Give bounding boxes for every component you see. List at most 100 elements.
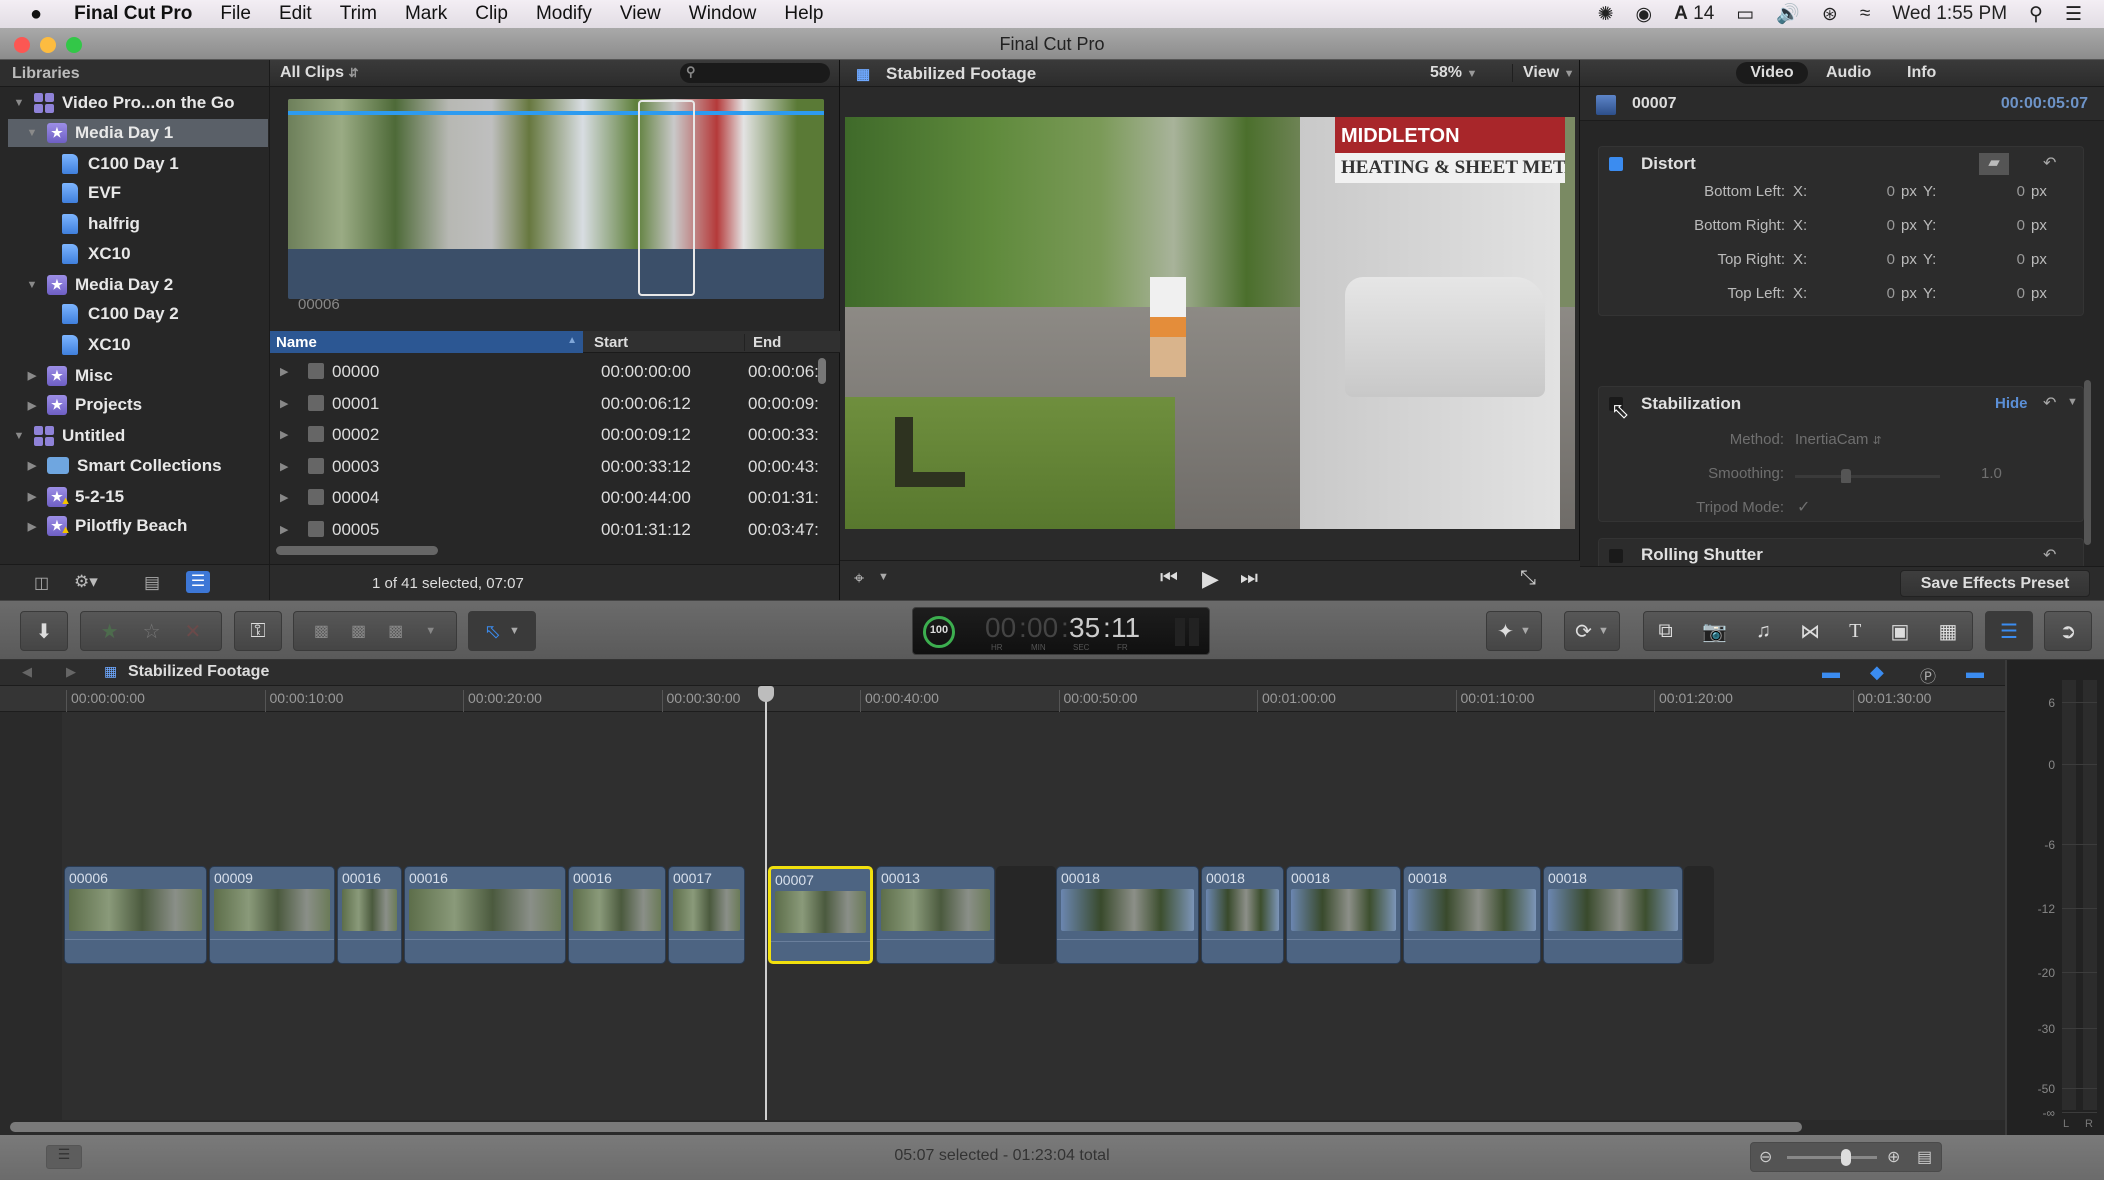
- record-icon[interactable]: ◉: [1636, 3, 1653, 26]
- solo-icon[interactable]: Ⓟ: [1920, 663, 1936, 687]
- library-item-projects[interactable]: ▶ ★ Projects: [0, 391, 268, 419]
- select-tool-button[interactable]: ⬁ ▼: [468, 611, 536, 651]
- timeline-clip[interactable]: 00018: [1286, 866, 1401, 964]
- timeline-clip[interactable]: 00009: [209, 866, 335, 964]
- table-row[interactable]: ▶ 00000 00:00:00:00 00:00:06:: [270, 356, 840, 387]
- library-item-xc10[interactable]: XC10: [0, 240, 268, 268]
- music-browser-icon[interactable]: ♫: [1756, 620, 1771, 643]
- edit-mode-dropdown-icon[interactable]: ▼: [425, 625, 436, 637]
- distort-reset-icon[interactable]: ↶: [2043, 153, 2056, 173]
- timeline-ruler[interactable]: 00:00:00:00 00:00:10:00 00:00:20:00 00:00:3…: [0, 686, 2005, 712]
- distort-enable-checkbox[interactable]: [1609, 157, 1623, 171]
- import-button[interactable]: ⬇: [20, 611, 68, 651]
- disclosure-closed-icon[interactable]: ▶: [25, 520, 39, 533]
- previous-edit-icon[interactable]: ⏮: [1160, 567, 1178, 590]
- stabilization-reset-icon[interactable]: ↶: [2043, 393, 2056, 413]
- timeline-clip[interactable]: 00016: [568, 866, 666, 964]
- menu-modify[interactable]: Modify: [522, 3, 606, 25]
- library-item-untitled[interactable]: ▼ Untitled: [0, 422, 268, 450]
- timeline-clip[interactable]: 00018: [1543, 866, 1683, 964]
- disclosure-closed-icon[interactable]: ▶: [280, 523, 288, 536]
- timeline-clip[interactable]: 00016: [337, 866, 402, 964]
- timeline-back-icon[interactable]: ◀: [22, 664, 32, 680]
- snapping-icon[interactable]: ▬: [1966, 662, 1984, 683]
- tripod-mode-checkbox[interactable]: ✓: [1797, 497, 1810, 517]
- tab-audio[interactable]: Audio: [1826, 64, 1871, 82]
- generators-browser-icon[interactable]: ▣: [1891, 619, 1910, 644]
- distort-onscreen-control-icon[interactable]: ▰: [1979, 153, 2009, 175]
- favorite-star-icon[interactable]: ★: [101, 619, 119, 644]
- tab-info[interactable]: Info: [1907, 64, 1936, 82]
- timeline-clip-selected[interactable]: 00007: [768, 866, 873, 964]
- inspector-toggle-button[interactable]: ☰: [1985, 611, 2033, 651]
- library-item-c100-day-1[interactable]: C100 Day 1: [0, 150, 268, 178]
- library-item-5-2-15[interactable]: ▶ ★ ▲ 5-2-15: [0, 483, 268, 511]
- append-clip-icon[interactable]: ▩: [388, 621, 403, 641]
- disclosure-closed-icon[interactable]: ▶: [280, 397, 288, 410]
- menu-view[interactable]: View: [606, 3, 675, 25]
- zoom-dropdown[interactable]: 58% ▼: [1430, 64, 1477, 82]
- distort-x-value[interactable]: 0: [1855, 285, 1895, 302]
- spotlight-icon[interactable]: ⚲: [2029, 3, 2043, 26]
- disclosure-open-icon[interactable]: ▼: [25, 279, 39, 291]
- next-edit-icon[interactable]: ⏭: [1240, 567, 1258, 590]
- column-header-end[interactable]: End: [744, 334, 781, 351]
- table-row[interactable]: ▶ 00004 00:00:44:00 00:01:31:: [270, 482, 840, 513]
- insert-clip-icon[interactable]: ▩: [351, 621, 366, 641]
- library-item-halfrig[interactable]: halfrig: [0, 210, 268, 238]
- smoothing-slider[interactable]: [1795, 469, 1940, 483]
- library-item-c100-day-2[interactable]: C100 Day 2: [0, 300, 268, 328]
- menu-mark[interactable]: Mark: [391, 3, 461, 25]
- wifi-icon[interactable]: ≈: [1860, 3, 1870, 25]
- inspector-scrollbar[interactable]: [2084, 380, 2091, 545]
- disclosure-open-icon[interactable]: ▼: [12, 97, 26, 109]
- rolling-shutter-reset-icon[interactable]: ↶: [2043, 545, 2056, 565]
- disclosure-open-icon[interactable]: ▼: [12, 430, 26, 442]
- menu-file[interactable]: File: [206, 3, 265, 25]
- audio-skimming-icon[interactable]: ◆: [1870, 662, 1884, 683]
- disclosure-closed-icon[interactable]: ▶: [25, 490, 39, 503]
- table-row[interactable]: ▶ 00003 00:00:33:12 00:00:43:: [270, 451, 840, 482]
- keyword-editor-button[interactable]: ⚿: [234, 611, 282, 651]
- library-item-pilotfly-beach[interactable]: ▶ ★ ▲ Pilotfly Beach: [0, 512, 268, 540]
- skimmer-selection[interactable]: [638, 100, 695, 296]
- clip-filter-dropdown[interactable]: All Clips ⇵: [280, 64, 359, 82]
- disclosure-open-icon[interactable]: ▼: [25, 127, 39, 139]
- timeline-zoom-slider[interactable]: [1787, 1156, 1877, 1159]
- timeline-clip[interactable]: 00018: [1403, 866, 1541, 964]
- stabilization-menu-icon[interactable]: ▼: [2067, 396, 2078, 408]
- background-tasks-progress[interactable]: 100: [923, 616, 955, 648]
- themes-browser-icon[interactable]: ▦: [1939, 619, 1958, 644]
- library-item-xc10[interactable]: XC10: [0, 331, 268, 359]
- timecode-display[interactable]: 100 00 : 00 : 35 : 11 HR MIN SEC FR: [912, 607, 1210, 655]
- bluetooth-icon[interactable]: ⊛: [1822, 3, 1838, 26]
- volume-icon[interactable]: 🔊: [1776, 2, 1800, 26]
- menu-trim[interactable]: Trim: [326, 3, 391, 25]
- smoothing-slider-knob[interactable]: [1840, 469, 1851, 483]
- rolling-shutter-enable-checkbox[interactable]: [1609, 549, 1623, 563]
- distort-x-value[interactable]: 0: [1855, 183, 1895, 200]
- disclosure-closed-icon[interactable]: ▶: [280, 428, 288, 441]
- timeline-gap[interactable]: [996, 866, 1056, 964]
- disclosure-closed-icon[interactable]: ▶: [280, 460, 288, 473]
- effects-browser-icon[interactable]: ⧉: [1659, 620, 1673, 643]
- timeline-clip[interactable]: 00017: [668, 866, 745, 964]
- enhancements-button[interactable]: ✦ ▼: [1486, 611, 1542, 651]
- clip-appearance-icon[interactable]: ▤: [1917, 1147, 1932, 1167]
- vertical-scrollbar[interactable]: [818, 358, 826, 384]
- distort-y-value[interactable]: 0: [1985, 251, 2025, 268]
- distort-y-value[interactable]: 0: [1985, 217, 2025, 234]
- video-frame[interactable]: MIDDLETON HEATING & SHEET META: [845, 117, 1575, 529]
- save-effects-preset-button[interactable]: Save Effects Preset: [1900, 570, 2090, 597]
- table-row[interactable]: ▶ 00001 00:00:06:12 00:00:09:: [270, 388, 840, 419]
- disclosure-closed-icon[interactable]: ▶: [280, 365, 288, 378]
- play-icon[interactable]: ▶: [1202, 566, 1219, 592]
- library-item-video-pro-on-the-go[interactable]: ▼ Video Pro...on the Go: [0, 89, 268, 117]
- timeline-zoom-knob[interactable]: [1841, 1149, 1851, 1166]
- filmstrip-view-icon[interactable]: ▤: [144, 573, 160, 593]
- transform-dropdown-icon[interactable]: ▼: [878, 571, 889, 583]
- stabilization-hide-link[interactable]: Hide: [1995, 395, 2028, 412]
- zoom-in-icon[interactable]: ⊕: [1887, 1147, 1900, 1167]
- smoothing-value[interactable]: 1.0: [1981, 465, 2002, 482]
- playhead-handle[interactable]: [758, 686, 774, 702]
